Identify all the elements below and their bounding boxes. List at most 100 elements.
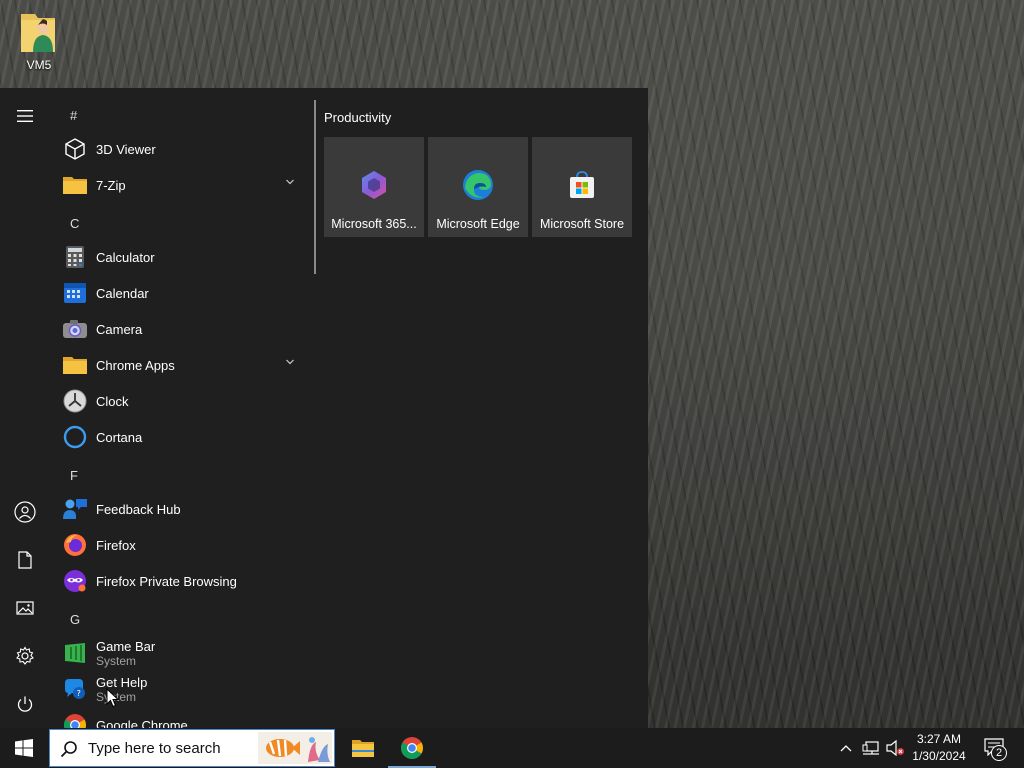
chevron-up-icon xyxy=(840,745,852,752)
app-label: Google Chrome xyxy=(96,717,188,729)
app-item-calculator[interactable]: Calculator xyxy=(52,239,308,275)
pictures-button[interactable] xyxy=(5,588,45,628)
tile-microsoft-edge[interactable]: Microsoft Edge xyxy=(428,137,528,237)
tile-label: Microsoft 365... xyxy=(331,217,417,231)
letter-header-c[interactable]: C xyxy=(70,216,110,231)
app-item-firefox[interactable]: Firefox xyxy=(52,527,308,563)
gear-icon xyxy=(16,646,34,665)
account-button[interactable] xyxy=(5,492,45,532)
document-icon xyxy=(18,551,32,569)
app-item-calendar[interactable]: Calendar xyxy=(52,275,308,311)
file-explorer-icon xyxy=(352,740,374,757)
power-icon xyxy=(17,696,33,712)
app-label: Firefox Private Browsing xyxy=(96,573,237,589)
chevron-down-icon xyxy=(286,359,294,365)
tile-group-title[interactable]: Productivity xyxy=(324,110,391,125)
app-item-game-bar[interactable]: Game Bar System xyxy=(52,635,308,671)
firefox-icon xyxy=(62,532,88,558)
mouse-cursor-icon xyxy=(106,688,120,708)
chevron-down-icon xyxy=(286,179,294,185)
app-sublabel: System xyxy=(96,689,137,704)
app-label: Firefox xyxy=(96,537,136,553)
search-placeholder: Type here to search xyxy=(88,740,221,757)
chrome-icon xyxy=(401,737,423,759)
taskbar: Type here to search 3:27 AM 1/30/2024 2 xyxy=(0,728,1024,768)
app-item-clock[interactable]: Clock xyxy=(52,383,308,419)
app-item-firefox-private-browsing[interactable]: Firefox Private Browsing xyxy=(52,563,308,599)
app-label: Get Help xyxy=(96,674,148,690)
store-icon xyxy=(570,171,594,198)
desktop-shortcut-vm5[interactable]: VM5 xyxy=(8,6,70,72)
app-folder-chrome-apps[interactable]: Chrome Apps xyxy=(52,347,308,383)
pictures-icon xyxy=(16,601,34,615)
volume-muted-icon xyxy=(886,740,904,756)
app-label: 3D Viewer xyxy=(96,141,156,157)
taskbar-search-box[interactable]: Type here to search xyxy=(49,729,335,767)
start-menu: # 3D Viewer 7-Zip C Calculator Calendar … xyxy=(0,88,648,728)
cortana-icon xyxy=(62,424,88,450)
taskbar-clock[interactable]: 3:27 AM 1/30/2024 xyxy=(908,731,970,765)
letter-header-hash[interactable]: # xyxy=(70,108,110,123)
folder-icon xyxy=(62,172,88,198)
power-button[interactable] xyxy=(5,684,45,724)
folder-icon xyxy=(62,352,88,378)
feedback-icon xyxy=(62,496,88,522)
app-label: Clock xyxy=(96,393,129,409)
app-item-cortana[interactable]: Cortana xyxy=(52,419,308,455)
app-label: Chrome Apps xyxy=(96,357,175,373)
microsoft-365-icon xyxy=(362,171,386,199)
app-sublabel: System xyxy=(96,653,137,668)
app-folder-7-zip[interactable]: 7-Zip xyxy=(52,167,308,203)
user-folder-icon xyxy=(19,6,59,56)
app-list: # 3D Viewer 7-Zip C Calculator Calendar … xyxy=(52,88,314,728)
windows-logo-icon xyxy=(15,739,33,757)
calendar-icon xyxy=(62,280,88,306)
clock-date: 1/30/2024 xyxy=(912,749,966,763)
user-icon xyxy=(14,501,36,523)
app-item-feedback-hub[interactable]: Feedback Hub xyxy=(52,491,308,527)
tile-microsoft-store[interactable]: Microsoft Store xyxy=(532,137,632,237)
camera-icon xyxy=(62,316,88,342)
app-item-camera[interactable]: Camera xyxy=(52,311,308,347)
svg-text:?: ? xyxy=(77,689,81,698)
volume-button[interactable] xyxy=(884,728,906,768)
app-list-scrollbar[interactable] xyxy=(314,100,316,274)
cube-icon xyxy=(62,136,88,162)
xbox-gamebar-icon xyxy=(62,640,88,666)
app-label: Calculator xyxy=(96,249,155,265)
edge-icon xyxy=(463,170,493,200)
app-item-3d-viewer[interactable]: 3D Viewer xyxy=(52,131,308,167)
hamburger-icon xyxy=(17,110,33,122)
calculator-icon xyxy=(62,244,88,270)
help-icon: ? xyxy=(62,676,88,702)
app-label: Game Bar xyxy=(96,638,156,654)
app-label: Feedback Hub xyxy=(96,501,181,517)
taskbar-google-chrome[interactable] xyxy=(388,728,436,768)
documents-button[interactable] xyxy=(5,540,45,580)
settings-button[interactable] xyxy=(5,636,45,676)
app-item-google-chrome[interactable]: Google Chrome xyxy=(52,707,308,728)
tile-label: Microsoft Edge xyxy=(436,217,520,231)
action-center-button[interactable]: 2 xyxy=(978,728,1018,768)
notification-count-badge: 2 xyxy=(991,745,1007,761)
app-label: Cortana xyxy=(96,429,143,445)
network-status-button[interactable] xyxy=(860,728,882,768)
tile-microsoft-365[interactable]: Microsoft 365... xyxy=(324,137,424,237)
app-item-get-help[interactable]: ? Get Help System xyxy=(52,671,308,707)
network-icon xyxy=(862,741,879,755)
chrome-icon xyxy=(62,712,88,728)
expand-menu-button[interactable] xyxy=(5,96,45,136)
clock-time: 3:27 AM xyxy=(916,732,962,746)
search-highlight-art-icon xyxy=(258,732,332,764)
clock-icon xyxy=(62,388,88,414)
start-rail xyxy=(0,88,50,728)
app-label: Camera xyxy=(96,321,143,337)
search-icon xyxy=(60,741,77,758)
taskbar-file-explorer[interactable] xyxy=(339,728,387,768)
start-button[interactable] xyxy=(0,728,48,768)
show-hidden-icons-button[interactable] xyxy=(836,728,856,768)
desktop-shortcut-label: VM5 xyxy=(26,58,52,72)
tile-label: Microsoft Store xyxy=(539,217,625,231)
letter-header-g[interactable]: G xyxy=(70,612,110,627)
letter-header-f[interactable]: F xyxy=(70,468,110,483)
